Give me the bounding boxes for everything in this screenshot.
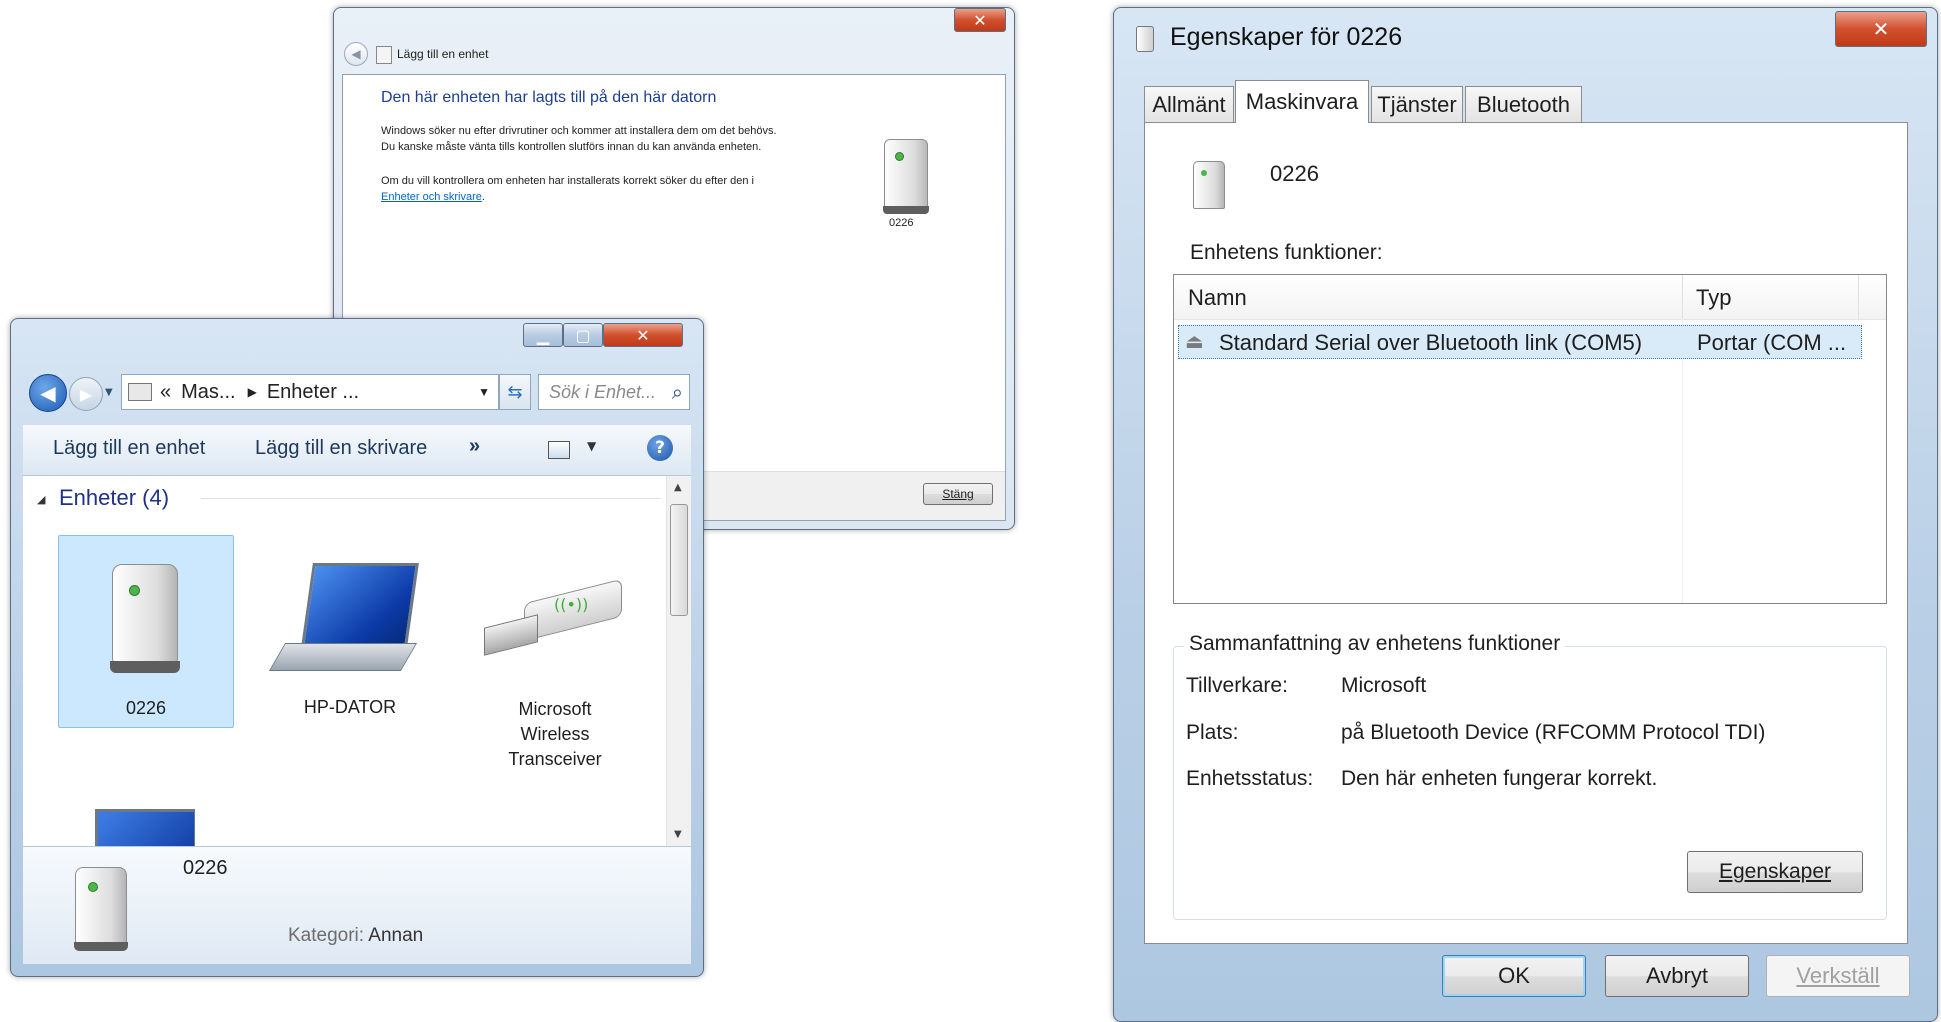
speaker-device-icon bbox=[883, 139, 929, 214]
wizard-close-button[interactable]: ✕ bbox=[954, 8, 1006, 32]
device-name: 0226 bbox=[1270, 161, 1319, 186]
device-properties-button[interactable]: Egenskaper bbox=[1687, 851, 1863, 893]
scroll-up-icon[interactable]: ▲ bbox=[674, 482, 682, 493]
view-options-dropdown[interactable]: ▼ bbox=[587, 439, 596, 453]
group-collapse-icon[interactable]: ◢ bbox=[37, 493, 45, 506]
devices-view: ◢ Enheter (4) 0226 HP-DATOR ((•)) Micros… bbox=[23, 476, 691, 846]
breadcrumb-mas[interactable]: Mas... bbox=[181, 381, 235, 404]
summary-groupbox: Sammanfattning av enhetens funktioner Ti… bbox=[1173, 632, 1887, 920]
location-value: på Bluetooth Device (RFCOMM Protocol TDI… bbox=[1341, 721, 1766, 744]
command-bar: Lägg till en enhet Lägg till en skrivare… bbox=[23, 425, 691, 476]
devices-explorer-window: ▁ ▢ ✕ ◀ ▶ ▼ « Mas... ▶ Enheter ... ▼ ⇆ S… bbox=[10, 318, 704, 977]
serial-port-icon: ⏏ bbox=[1185, 329, 1204, 353]
usb-transceiver-icon: ((•)) bbox=[484, 578, 624, 665]
address-bar[interactable]: « Mas... ▶ Enheter ... ▼ bbox=[121, 374, 499, 410]
table-row[interactable]: ⏏ Standard Serial over Bluetooth link (C… bbox=[1178, 325, 1862, 359]
tab-allmant[interactable]: Allmänt bbox=[1144, 86, 1234, 123]
scroll-down-icon[interactable]: ▼ bbox=[674, 829, 682, 840]
wizard-heading: Den här enheten har lagts till på den hä… bbox=[381, 89, 717, 106]
device-label: HP-DATOR bbox=[303, 697, 397, 717]
speaker-device-icon bbox=[110, 564, 180, 673]
help-icon[interactable]: ? bbox=[647, 435, 673, 461]
add-device-button[interactable]: Lägg till en enhet bbox=[53, 437, 205, 460]
search-input[interactable]: Sök i Enhet... ⌕ bbox=[538, 374, 690, 410]
printer-folder-icon bbox=[128, 383, 152, 401]
breadcrumb-enheter[interactable]: Enheter ... bbox=[267, 381, 359, 404]
status-value: Den här enheten fungerar korrekt. bbox=[1341, 767, 1658, 790]
location-label: Plats: bbox=[1186, 721, 1239, 744]
details-device-name: 0226 bbox=[183, 857, 228, 879]
device-item-0226[interactable]: 0226 bbox=[58, 535, 234, 728]
search-icon: ⌕ bbox=[671, 380, 683, 404]
device-label: 0226 bbox=[125, 698, 167, 718]
speaker-device-icon bbox=[1193, 161, 1225, 209]
group-header[interactable]: Enheter (4) bbox=[59, 485, 169, 511]
wizard-back-button[interactable]: ◀ bbox=[344, 42, 368, 66]
breadcrumb-separator-icon: ▶ bbox=[247, 385, 257, 399]
device-item-hp-dator[interactable]: HP-DATOR bbox=[263, 535, 437, 726]
back-button[interactable]: ◀ bbox=[29, 374, 67, 412]
apply-button[interactable]: Verkställ bbox=[1766, 955, 1910, 997]
column-header-namn[interactable]: Namn bbox=[1188, 285, 1247, 311]
tab-page: 0226 Enhetens funktioner: Namn Typ ⏏ Sta… bbox=[1144, 122, 1908, 944]
column-header-typ[interactable]: Typ bbox=[1696, 285, 1731, 311]
close-button[interactable]: ✕ bbox=[1835, 11, 1927, 47]
wizard-paragraph-2: Om du vill kontrollera om enheten har in… bbox=[381, 175, 754, 203]
tab-tjanster[interactable]: Tjänster bbox=[1371, 86, 1463, 123]
devices-printers-link[interactable]: Enheter och skrivare bbox=[381, 191, 482, 203]
address-dropdown-icon[interactable]: ▼ bbox=[478, 385, 490, 399]
cancel-button[interactable]: Avbryt bbox=[1605, 955, 1749, 997]
refresh-button[interactable]: ⇆ bbox=[499, 374, 531, 410]
minimize-button[interactable]: ▁ bbox=[523, 323, 563, 347]
change-view-icon[interactable] bbox=[548, 441, 570, 459]
recent-pages-dropdown[interactable]: ▼ bbox=[105, 387, 113, 398]
group-header-divider bbox=[201, 498, 661, 499]
details-category: Kategori: Annan bbox=[288, 925, 424, 946]
list-header: Namn Typ bbox=[1174, 275, 1886, 320]
details-pane: 0226 Kategori: Annan bbox=[23, 846, 691, 964]
close-button[interactable]: ✕ bbox=[603, 323, 683, 347]
close-wizard-button[interactable]: Stäng bbox=[923, 483, 993, 505]
wizard-title: Lägg till en enhet bbox=[397, 47, 489, 61]
status-label: Enhetsstatus: bbox=[1186, 767, 1314, 790]
device-label: Microsoft Wireless Transceiver bbox=[508, 699, 602, 769]
laptop-icon bbox=[268, 563, 427, 683]
device-item-transceiver[interactable]: ((•)) Microsoft Wireless Transceiver bbox=[468, 535, 642, 785]
scrollbar-thumb[interactable] bbox=[670, 504, 688, 616]
row-type: Portar (COM ... bbox=[1697, 330, 1847, 355]
more-commands-button[interactable]: » bbox=[469, 435, 480, 458]
functions-list[interactable]: Namn Typ ⏏ Standard Serial over Bluetoot… bbox=[1173, 274, 1887, 604]
add-printer-button[interactable]: Lägg till en skrivare bbox=[255, 437, 427, 460]
maximize-button[interactable]: ▢ bbox=[563, 323, 603, 347]
ok-button[interactable]: OK bbox=[1442, 955, 1586, 997]
tab-bluetooth[interactable]: Bluetooth bbox=[1465, 86, 1582, 123]
monitor-device-icon bbox=[95, 809, 195, 846]
vertical-scrollbar[interactable]: ▲ ▼ bbox=[666, 476, 691, 846]
summary-title: Sammanfattning av enhetens funktioner bbox=[1184, 632, 1566, 656]
dialog-device-icon bbox=[1136, 26, 1154, 52]
device-properties-dialog: Egenskaper för 0226 ✕ Allmänt Maskinvara… bbox=[1113, 7, 1938, 1022]
add-device-icon bbox=[376, 46, 392, 64]
row-name: Standard Serial over Bluetooth link (COM… bbox=[1219, 330, 1643, 355]
speaker-device-icon bbox=[74, 867, 128, 951]
dialog-title: Egenskaper för 0226 bbox=[1170, 23, 1403, 51]
manufacturer-value: Microsoft bbox=[1341, 674, 1427, 697]
tab-maskinvara[interactable]: Maskinvara bbox=[1235, 80, 1369, 123]
manufacturer-label: Tillverkare: bbox=[1186, 674, 1288, 697]
wizard-paragraph-1: Windows söker nu efter drivrutiner och k… bbox=[381, 125, 777, 153]
wizard-device-label: 0226 bbox=[889, 217, 914, 229]
forward-button[interactable]: ▶ bbox=[69, 377, 103, 411]
functions-label: Enhetens funktioner: bbox=[1190, 241, 1383, 264]
